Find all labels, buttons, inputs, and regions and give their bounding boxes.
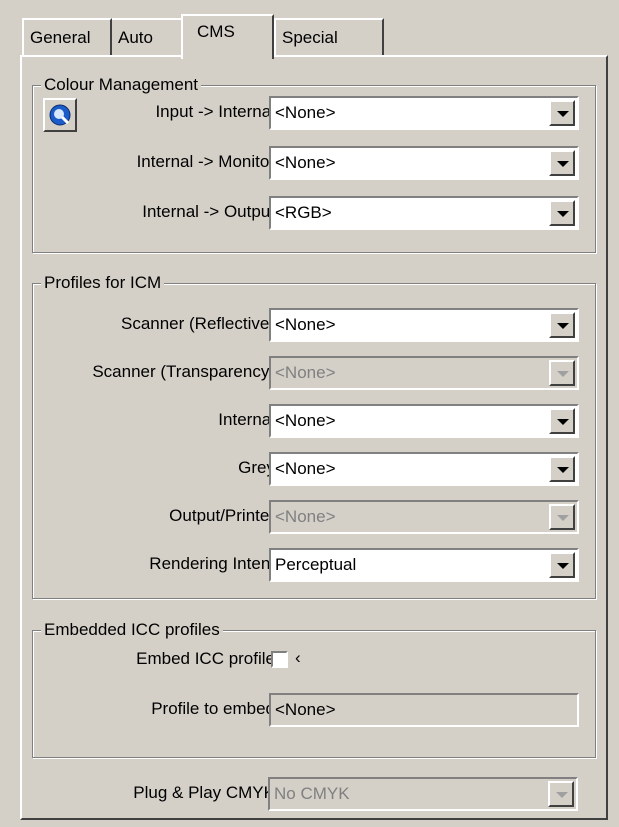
tab-label: CMS [197, 22, 235, 41]
internal-monitor-label: Internal -> Monitor [136, 152, 275, 171]
input-internal-select[interactable]: <None> [269, 96, 579, 130]
cms-panel: Colour Management Input -> Internal <Non… [20, 55, 608, 820]
tab-auto[interactable]: Auto [112, 18, 188, 55]
rendering-intent-label: Rendering Intent [149, 554, 275, 573]
output-printer-select: <None> [269, 500, 579, 534]
tab-general[interactable]: General [22, 18, 112, 55]
embedded-icc-title: Embedded ICC profiles [41, 620, 223, 640]
tab-special[interactable]: Special [274, 18, 384, 55]
plug-play-label: Plug & Play CMYK [133, 783, 275, 802]
select-value: <None> [275, 153, 336, 172]
embed-icc-label: Embed ICC profile [136, 649, 275, 668]
chevron-down-icon[interactable] [549, 100, 575, 126]
wizard-icon [49, 104, 71, 126]
chevron-down-icon[interactable] [549, 312, 575, 338]
internal-output-label: Internal -> Output [142, 202, 275, 221]
plug-play-select: No CMYK [268, 777, 578, 811]
chevron-down-icon[interactable] [549, 456, 575, 482]
select-value: <None> [275, 103, 336, 122]
scanner-reflective-select[interactable]: <None> [269, 308, 579, 342]
scanner-reflective-label: Scanner (Reflective) [120, 314, 275, 333]
select-value: <RGB> [275, 203, 332, 222]
embed-icc-checkbox[interactable] [271, 651, 288, 668]
select-value: <None> [275, 363, 336, 382]
field-value: <None> [275, 700, 336, 719]
scanner-transparency-select: <None> [269, 356, 579, 390]
internal-monitor-select[interactable]: <None> [269, 146, 579, 180]
colour-management-title: Colour Management [41, 75, 202, 95]
tab-label: General [30, 28, 91, 47]
scanner-transparency-label: Scanner (Transparency) [92, 362, 275, 381]
select-value: No CMYK [274, 784, 350, 803]
profile-to-embed-label: Profile to embed [151, 699, 275, 718]
grey-profile-select[interactable]: <None> [269, 452, 579, 486]
embed-indicator: ‹ [295, 648, 301, 667]
profiles-icm-title: Profiles for ICM [41, 273, 165, 293]
internal-profile-label: Internal [218, 410, 275, 429]
select-value: <None> [275, 507, 336, 526]
tab-label: Special [282, 28, 338, 47]
output-printer-label: Output/Printer [169, 506, 275, 525]
chevron-down-icon[interactable] [549, 150, 575, 176]
select-value: <None> [275, 315, 336, 334]
select-value: <None> [275, 459, 336, 478]
embedded-icc-group: Embedded ICC profiles Embed ICC profile … [32, 620, 596, 758]
tab-label: Auto [118, 28, 153, 47]
chevron-down-icon [549, 504, 575, 530]
chevron-down-icon [549, 360, 575, 386]
input-internal-label: Input -> Internal [155, 102, 275, 121]
internal-profile-select[interactable]: <None> [269, 404, 579, 438]
tab-cms[interactable]: CMS [181, 14, 274, 59]
chevron-down-icon[interactable] [549, 552, 575, 578]
select-value: <None> [275, 411, 336, 430]
rendering-intent-select[interactable]: Perceptual [269, 548, 579, 582]
chevron-down-icon[interactable] [549, 408, 575, 434]
profile-wizard-button[interactable] [43, 98, 77, 132]
colour-management-group: Colour Management Input -> Internal <Non… [32, 75, 596, 253]
internal-output-select[interactable]: <RGB> [269, 196, 579, 230]
chevron-down-icon [548, 781, 574, 807]
select-value: Perceptual [275, 555, 357, 574]
profiles-icm-group: Profiles for ICM Scanner (Reflective) <N… [32, 273, 596, 599]
profile-to-embed-field: <None> [269, 693, 579, 727]
chevron-down-icon[interactable] [549, 200, 575, 226]
